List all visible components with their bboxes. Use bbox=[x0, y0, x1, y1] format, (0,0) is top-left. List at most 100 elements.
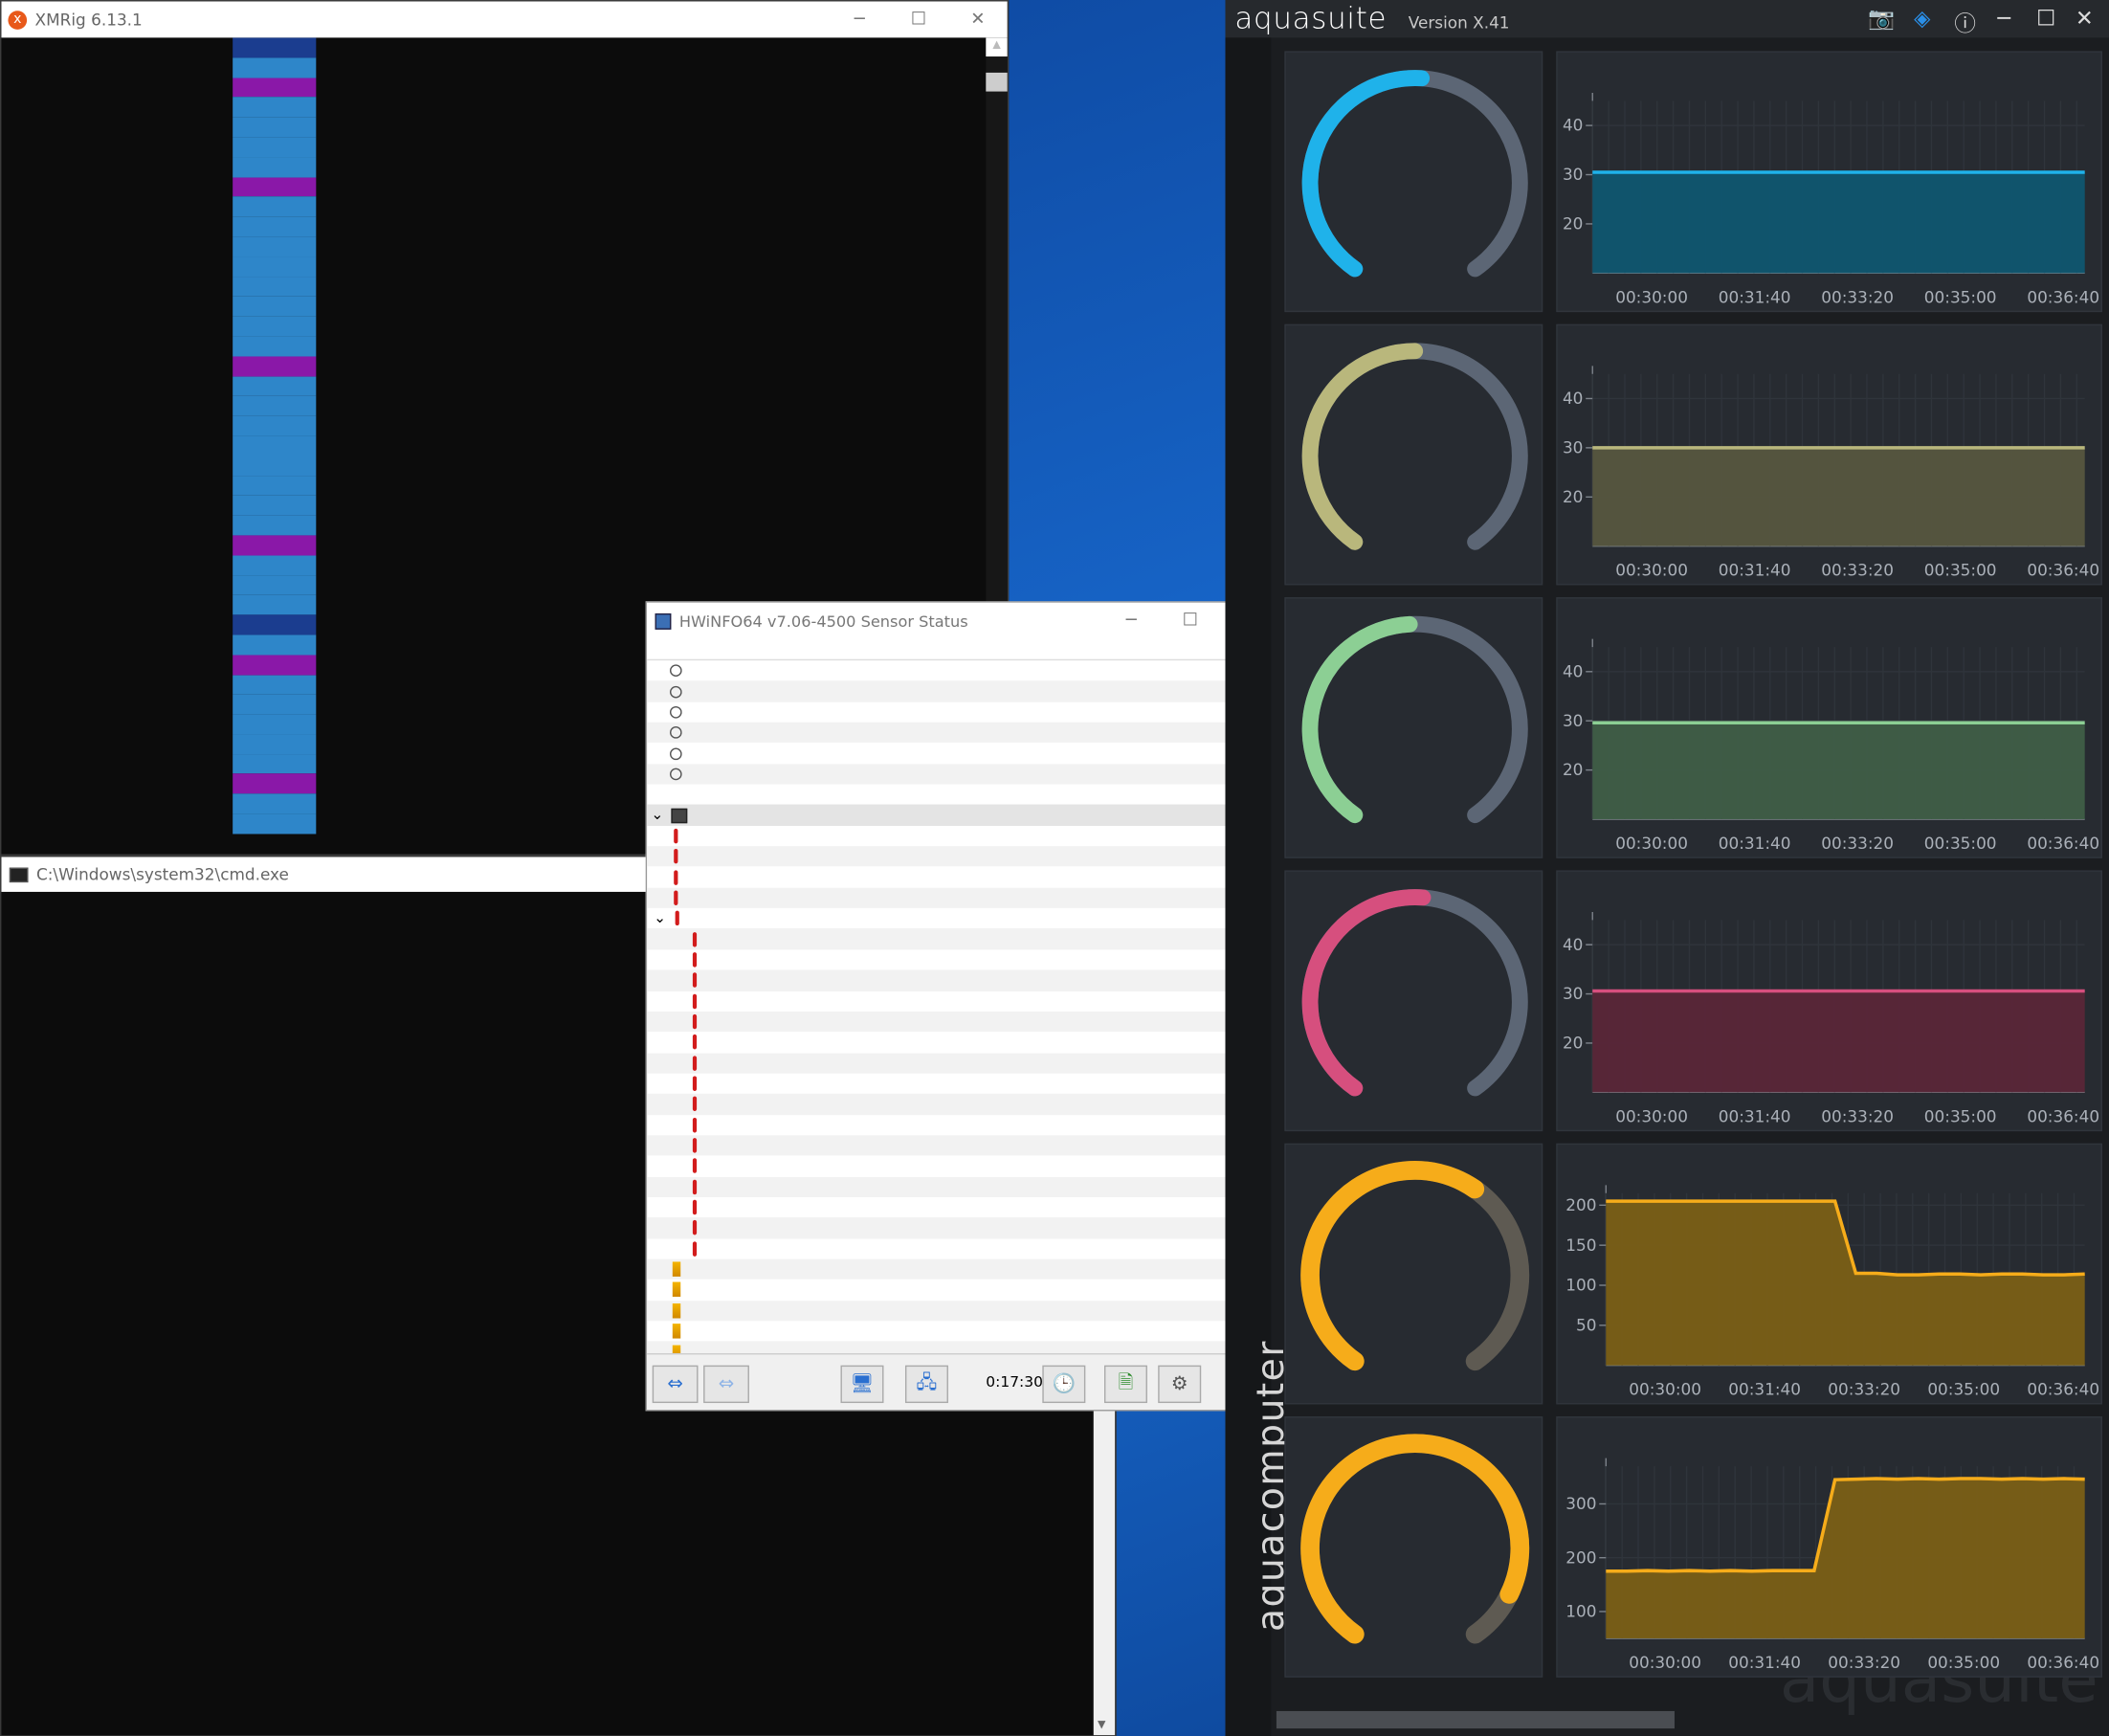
expand-chevron-icon[interactable]: ⌄ bbox=[654, 908, 666, 929]
xmrig-titlebar[interactable]: x XMRig 6.13.1 ─ ☐ ✕ bbox=[1, 1, 1008, 38]
info-icon[interactable]: ⓘ bbox=[1954, 6, 1976, 38]
sensor-row[interactable] bbox=[647, 785, 1236, 806]
log-timestamp bbox=[1, 516, 233, 536]
chart-card[interactable]: 20 30 40 00:30:00 00:31:40 00:33:20 00:35:00 00… bbox=[1556, 323, 2102, 586]
sensor-row[interactable] bbox=[647, 1217, 1236, 1239]
settings-gear-icon[interactable]: ⚙ bbox=[1158, 1365, 1202, 1404]
chart-card[interactable]: 100 200 300 00:30:00 00:31:40 00:33:20 00:35:0… bbox=[1556, 1416, 2102, 1678]
sensor-row[interactable] bbox=[647, 660, 1236, 681]
log-tag bbox=[233, 614, 317, 635]
expand-chevron-icon[interactable]: ⌄ bbox=[651, 805, 663, 826]
sensor-table[interactable]: ⌄ ⌄ bbox=[647, 660, 1236, 1410]
gauge-card[interactable] bbox=[1284, 870, 1543, 1132]
sensor-row[interactable] bbox=[647, 867, 1236, 888]
chart-card[interactable]: 50 100 150 200 00:30:00 00:31:40 00:33:20 00:35… bbox=[1556, 1143, 2102, 1405]
sensor-row[interactable] bbox=[647, 680, 1236, 702]
sensor-value bbox=[868, 681, 958, 702]
horizontal-scrollbar[interactable] bbox=[1276, 1710, 1675, 1729]
sensor-row[interactable] bbox=[647, 846, 1236, 867]
minimize-button[interactable]: ─ bbox=[830, 1, 889, 37]
layers-icon[interactable]: ◈ bbox=[1914, 6, 1930, 32]
sensor-row[interactable] bbox=[647, 1176, 1236, 1197]
collapse-arrows-button[interactable]: ⇔ bbox=[703, 1365, 749, 1404]
gauge-card[interactable] bbox=[1284, 51, 1543, 313]
sensor-row[interactable] bbox=[647, 949, 1236, 970]
sensor-row[interactable] bbox=[647, 1032, 1236, 1053]
column-header[interactable] bbox=[958, 639, 1049, 659]
log-line bbox=[1, 97, 986, 118]
column-header[interactable] bbox=[1143, 639, 1236, 659]
sensor-value bbox=[1143, 1074, 1236, 1095]
scroll-down-icon[interactable]: ▼ bbox=[1098, 1718, 1105, 1732]
sensor-row[interactable] bbox=[647, 1135, 1236, 1156]
maximize-button[interactable]: ☐ bbox=[2036, 6, 2055, 32]
aquasuite-window[interactable]: aquasuite Version X.41 📷 ◈ ⓘ ─ ☐ ✕ aquac… bbox=[1225, 0, 2109, 1736]
sensor-row[interactable] bbox=[647, 928, 1236, 950]
sensor-row[interactable] bbox=[647, 990, 1236, 1012]
camera-icon[interactable]: 📷 bbox=[1868, 6, 1895, 32]
hwinfo-titlebar[interactable]: HWiNFO64 v7.06-4500 Sensor Status ─ ☐ bbox=[647, 602, 1236, 639]
sensor-row[interactable] bbox=[647, 826, 1236, 847]
sensor-value bbox=[1049, 826, 1143, 847]
maximize-button[interactable]: ☐ bbox=[1161, 603, 1220, 639]
sensor-row[interactable] bbox=[647, 1052, 1236, 1074]
gauge-value bbox=[1286, 1496, 1542, 1549]
sensor-row[interactable] bbox=[647, 1011, 1236, 1033]
scrollbar-thumb[interactable] bbox=[986, 72, 1008, 92]
scroll-up-icon[interactable]: ▲ bbox=[986, 37, 1008, 57]
sensor-row[interactable] bbox=[647, 1258, 1236, 1280]
sensor-row[interactable] bbox=[647, 1156, 1236, 1177]
sensor-row[interactable] bbox=[647, 743, 1236, 764]
sensor-row[interactable] bbox=[647, 763, 1236, 785]
sensor-row[interactable] bbox=[647, 722, 1236, 744]
x-tick-label: 00:31:40 bbox=[1719, 561, 1791, 580]
x-tick-label: 00:36:40 bbox=[2027, 834, 2099, 853]
chart-card[interactable]: 20 30 40 00:30:00 00:31:40 00:33:20 00:35:00 00… bbox=[1556, 51, 2102, 313]
minimize-button[interactable]: ─ bbox=[1997, 6, 2010, 32]
close-button[interactable]: ✕ bbox=[948, 1, 1008, 37]
sensor-row[interactable] bbox=[647, 1094, 1236, 1115]
sensor-value bbox=[958, 1032, 1049, 1053]
sensor-row[interactable] bbox=[647, 1280, 1236, 1301]
sensor-value bbox=[868, 1280, 958, 1301]
sensor-row[interactable] bbox=[647, 1300, 1236, 1322]
hwinfo-window[interactable]: HWiNFO64 v7.06-4500 Sensor Status ─ ☐ ⌄ ⌄… bbox=[645, 601, 1238, 1412]
sensor-name-cell bbox=[647, 1053, 868, 1074]
sensor-value bbox=[1143, 1012, 1236, 1033]
sensor-row[interactable] bbox=[647, 1321, 1236, 1342]
nav-arrows-button[interactable]: ⇔ bbox=[652, 1365, 699, 1404]
aquasuite-titlebar[interactable]: aquasuite Version X.41 📷 ◈ ⓘ ─ ☐ ✕ bbox=[1225, 0, 2109, 38]
gauge-card[interactable] bbox=[1284, 323, 1543, 586]
gauge-card[interactable] bbox=[1284, 597, 1543, 858]
sensor-row[interactable]: ⌄ bbox=[647, 805, 1236, 826]
sensor-row[interactable] bbox=[647, 887, 1236, 908]
minimize-button[interactable]: ─ bbox=[1101, 603, 1161, 639]
network-button[interactable]: 🖧 bbox=[904, 1365, 948, 1404]
column-header[interactable] bbox=[647, 639, 868, 659]
close-button[interactable]: ✕ bbox=[2076, 6, 2094, 32]
sensor-row[interactable] bbox=[647, 1115, 1236, 1136]
sensor-row[interactable] bbox=[647, 1238, 1236, 1259]
sensor-value bbox=[1143, 1259, 1236, 1280]
gauge-card[interactable] bbox=[1284, 1416, 1543, 1678]
log-tag bbox=[233, 793, 317, 814]
area-fill bbox=[1592, 447, 2085, 546]
area-fill bbox=[1592, 990, 2085, 1093]
sensor-row[interactable] bbox=[647, 969, 1236, 991]
chart-card[interactable]: 20 30 40 00:30:00 00:31:40 00:33:20 00:35:00 00… bbox=[1556, 870, 2102, 1132]
log-add-button[interactable]: 🗎 bbox=[1104, 1365, 1147, 1404]
column-header[interactable] bbox=[868, 639, 958, 659]
gauge-card[interactable] bbox=[1284, 1143, 1543, 1405]
sensor-row[interactable] bbox=[647, 1074, 1236, 1095]
maximize-button[interactable]: ☐ bbox=[889, 1, 948, 37]
chart-card[interactable]: 20 30 40 00:30:00 00:31:40 00:33:20 00:35:00 00… bbox=[1556, 597, 2102, 858]
clock-icon[interactable]: 🕒 bbox=[1042, 1365, 1086, 1404]
sensor-row[interactable] bbox=[647, 701, 1236, 723]
voltage-icon bbox=[672, 1302, 681, 1319]
sensor-row[interactable] bbox=[647, 1197, 1236, 1218]
sensor-row[interactable]: ⌄ bbox=[647, 908, 1236, 929]
sensor-monitor-button[interactable]: 🖥 bbox=[840, 1365, 884, 1404]
area-fill bbox=[1606, 1479, 2085, 1639]
column-header[interactable] bbox=[1049, 639, 1143, 659]
